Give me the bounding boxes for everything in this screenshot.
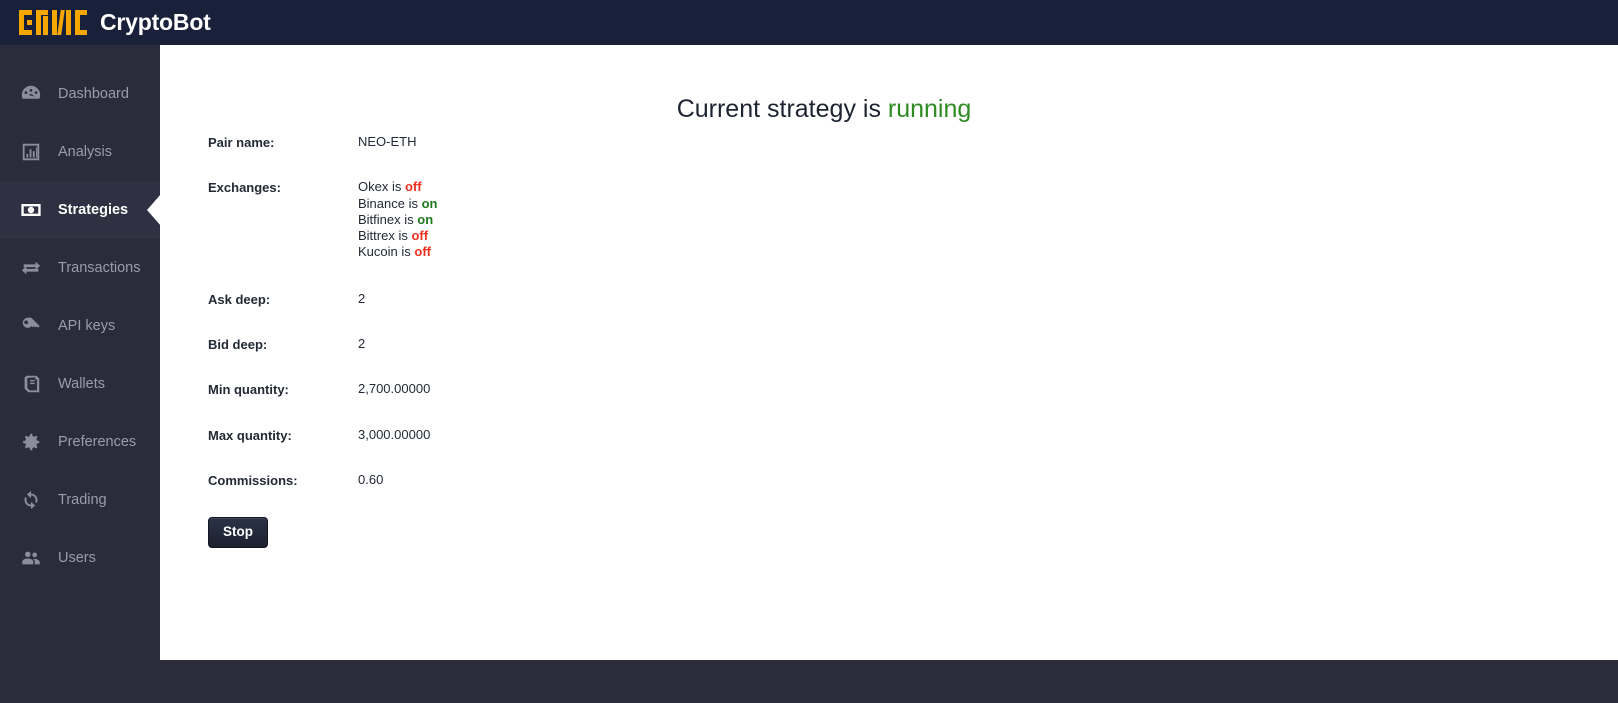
detail-label: Max quantity: bbox=[208, 427, 292, 443]
detail-value: 2 bbox=[358, 336, 366, 352]
detail-label: Exchanges: bbox=[208, 180, 281, 196]
brand[interactable]: CryptoBot bbox=[0, 10, 211, 35]
sidebar-item-dashboard[interactable]: Dashboard bbox=[0, 65, 160, 123]
exchange-item: Bitfinex is on bbox=[358, 212, 437, 228]
exchange-state: on bbox=[421, 195, 438, 211]
exchange-state: off bbox=[411, 228, 429, 244]
wallet-book-icon bbox=[20, 373, 42, 395]
sidebar-item-strategies[interactable]: Strategies bbox=[0, 181, 161, 239]
sidebar-item-label: Transactions bbox=[58, 260, 141, 276]
sidebar-item-label: Dashboard bbox=[58, 86, 129, 102]
active-indicator-arrow bbox=[147, 194, 161, 226]
sidebar-item-users[interactable]: Users bbox=[0, 529, 160, 587]
brand-title: CryptoBot bbox=[100, 9, 211, 35]
detail-row-ask-deep: Ask deep: 2 bbox=[208, 291, 1618, 307]
sidebar-item-label: Preferences bbox=[58, 434, 137, 450]
sidebar-item-label: Strategies bbox=[58, 202, 129, 218]
sidebar-item-analysis[interactable]: Analysis bbox=[0, 123, 160, 181]
detail-label: Commissions: bbox=[208, 472, 298, 488]
detail-label: Pair name: bbox=[208, 135, 275, 150]
detail-row-max-quantity: Max quantity: 3,000.00000 bbox=[208, 427, 1618, 443]
exchange-state: off bbox=[404, 179, 422, 195]
detail-row-min-quantity: Min quantity: 2,700.00000 bbox=[208, 381, 1618, 397]
sidebar-item-label: Wallets bbox=[58, 376, 105, 392]
detail-value: 3,000.00000 bbox=[358, 426, 431, 442]
exchange-arrows-icon bbox=[20, 257, 42, 279]
sidebar-nav: Dashboard Analysis Strategies Transactio… bbox=[0, 45, 161, 703]
sidebar-item-wallets[interactable]: Wallets bbox=[0, 355, 160, 413]
sidebar-item-transactions[interactable]: Transactions bbox=[0, 239, 160, 297]
sidebar-item-label: Users bbox=[58, 550, 96, 566]
exchange-item: Bittrex is off bbox=[358, 228, 437, 244]
stop-button[interactable]: Stop bbox=[208, 517, 268, 548]
top-header-bar: CryptoBot bbox=[0, 0, 1618, 45]
sidebar-item-label: Analysis bbox=[58, 144, 112, 160]
main-content-panel: Current strategy is running Pair name: N… bbox=[160, 45, 1618, 660]
detail-label: Bid deep: bbox=[208, 337, 268, 353]
key-icon bbox=[20, 315, 42, 337]
detail-value: 2 bbox=[358, 290, 366, 306]
detail-label: Ask deep: bbox=[208, 291, 271, 307]
sidebar-item-api-keys[interactable]: API keys bbox=[0, 297, 160, 355]
action-row: Stop bbox=[160, 517, 1618, 548]
sidebar-item-label: Trading bbox=[58, 492, 107, 508]
detail-row-bid-deep: Bid deep: 2 bbox=[208, 336, 1618, 352]
gear-icon bbox=[20, 431, 42, 453]
exchange-name: Bitfinex is bbox=[358, 211, 418, 227]
strategy-details: Pair name: NEO-ETH Exchanges: Okex is of… bbox=[160, 134, 1618, 488]
exchange-item: Okex is off bbox=[358, 179, 437, 195]
exchanges-list: Okex is off Binance is on Bitfinex is on… bbox=[358, 179, 437, 260]
app-root: CryptoBot Dashboard Analysis Strategies bbox=[0, 0, 1618, 703]
detail-row-commissions: Commissions: 0.60 bbox=[208, 472, 1618, 488]
gnc-blocks-logo-icon bbox=[19, 10, 87, 35]
detail-value: NEO-ETH bbox=[358, 134, 417, 149]
exchange-name: Okex is bbox=[358, 179, 405, 195]
detail-row-pair-name: Pair name: NEO-ETH bbox=[208, 134, 1618, 150]
detail-label: Min quantity: bbox=[208, 382, 289, 398]
exchange-name: Bittrex is bbox=[358, 228, 412, 244]
sidebar-item-label: API keys bbox=[58, 318, 116, 334]
bar-chart-icon bbox=[20, 141, 42, 163]
status-prefix-text: Current strategy is bbox=[676, 95, 888, 123]
users-group-icon bbox=[20, 547, 42, 569]
exchange-item: Binance is on bbox=[358, 196, 437, 212]
status-badge: running bbox=[887, 95, 972, 123]
sidebar-item-trading[interactable]: Trading bbox=[0, 471, 160, 529]
detail-value: 2,700.00000 bbox=[358, 381, 431, 397]
banknote-icon bbox=[20, 199, 42, 221]
exchange-item: Kucoin is off bbox=[358, 244, 437, 260]
exchange-name: Kucoin is bbox=[358, 244, 415, 260]
exchange-state: off bbox=[414, 244, 431, 260]
exchange-name: Binance is bbox=[358, 195, 422, 211]
exchange-state: on bbox=[417, 211, 434, 227]
dashboard-gauge-icon bbox=[20, 83, 42, 105]
detail-value: 0.60 bbox=[358, 471, 384, 487]
refresh-cycle-icon bbox=[20, 489, 42, 511]
detail-row-exchanges: Exchanges: Okex is off Binance is on Bit… bbox=[208, 179, 1618, 260]
page-title: Current strategy is running bbox=[160, 95, 1618, 124]
sidebar-item-preferences[interactable]: Preferences bbox=[0, 413, 160, 471]
